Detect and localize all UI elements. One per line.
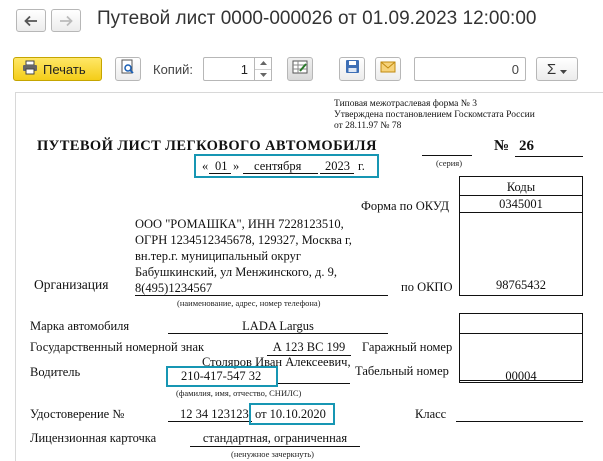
spinner-down-icon[interactable] [255, 70, 271, 81]
arrow-right-icon [59, 15, 73, 27]
car-value[interactable]: LADA Largus [168, 319, 388, 334]
print-button[interactable]: Печать [13, 57, 102, 81]
okpo-code[interactable]: 98765432 [459, 278, 583, 293]
license-number[interactable]: 12 34 123123 [180, 407, 249, 422]
okud-code[interactable]: 0345001 [459, 197, 583, 212]
back-button[interactable] [16, 9, 46, 32]
date-year-line [320, 173, 354, 174]
card-line [190, 446, 360, 447]
spinner-up-icon[interactable] [255, 58, 271, 70]
copies-spinner[interactable] [255, 57, 272, 81]
form-note-line-1: Типовая межотраслевая форма № 3 [334, 99, 477, 109]
print-label: Печать [43, 61, 86, 77]
arrow-left-icon [24, 15, 38, 27]
org-line-3[interactable]: вн.тер.г. муниципальный округ [135, 249, 301, 264]
send-email-button[interactable] [375, 57, 401, 81]
toolbar: Печать Копий: 1 0 Σ [0, 48, 603, 88]
sum-menu-button[interactable]: Σ [536, 57, 578, 81]
date-month-line [243, 173, 318, 174]
number-label: № [494, 138, 510, 154]
class-label: Класс [415, 407, 447, 421]
codes-header: Коды [506, 180, 536, 194]
edit-table-icon [292, 60, 308, 79]
date-day[interactable]: 01 [215, 159, 228, 174]
driver-caption: (фамилия, имя, отчество, СНИЛС) [176, 388, 302, 398]
copies-input[interactable]: 1 [203, 57, 255, 81]
plate-value[interactable]: А 123 ВС 199 [267, 340, 351, 355]
org-caption: (наименование, адрес, номер телефона) [177, 298, 321, 308]
org-line-2[interactable]: ОГРН 1234512345678, 129327, Москва г, [135, 233, 352, 248]
org-line-1[interactable]: ООО "РОМАШКА", ИНН 7228123510, [135, 217, 344, 232]
form-note-line-2: Утверждена постановлением Госкомстата Ро… [334, 110, 535, 120]
print-preview-button[interactable] [115, 57, 141, 81]
car-codes-divider [459, 333, 583, 334]
okpo-line [459, 295, 583, 296]
card-value[interactable]: стандартная, ограниченная [190, 431, 360, 446]
date-month[interactable]: сентября [254, 159, 301, 174]
number-field[interactable]: 0 [414, 57, 526, 81]
magnifier-page-icon [120, 59, 136, 80]
driver-line [278, 383, 350, 384]
title-bar: Путевой лист 0000-000026 от 01.09.2023 1… [0, 0, 603, 48]
chevron-down-icon [560, 61, 568, 78]
org-line [135, 295, 388, 296]
date-close-quote: » [233, 159, 240, 173]
car-line [168, 333, 388, 334]
class-line [456, 421, 583, 422]
series-line [422, 155, 472, 156]
license-label: Удостоверение № [30, 407, 125, 421]
driver-snils[interactable]: 210-417-547 32 [181, 369, 261, 384]
car-label: Марка автомобиля [30, 319, 130, 333]
number-line [515, 156, 583, 157]
document-heading: ПУТЕВОЙ ЛИСТ ЛЕГКОВОГО АВТОМОБИЛЯ [37, 138, 377, 154]
card-caption: (ненужное зачеркнуть) [231, 449, 314, 459]
tab-number-value[interactable]: 00004 [459, 369, 583, 384]
document-number: 26 [519, 138, 534, 154]
date-day-line [209, 173, 231, 174]
sum-icon: Σ [546, 60, 557, 78]
form-note-line-3: от 28.11.97 № 78 [334, 121, 402, 131]
tab-number-label: Табельный номер [355, 364, 449, 378]
date-year[interactable]: 2023 [325, 159, 350, 174]
edit-document-button[interactable] [287, 57, 313, 81]
driver-label: Водитель [30, 365, 81, 379]
printer-icon [22, 60, 38, 78]
org-line-5[interactable]: 8(495)1234567 [135, 281, 212, 296]
okud-label: Форма по ОКУД [361, 199, 449, 213]
window-title: Путевой лист 0000-000026 от 01.09.2023 1… [97, 8, 537, 29]
license-date[interactable]: от 10.10.2020 [255, 407, 326, 422]
forward-button[interactable] [51, 9, 81, 32]
garage-label: Гаражный номер [362, 340, 453, 354]
plate-label: Государственный номерной знак [30, 340, 205, 354]
org-label: Организация [34, 277, 109, 292]
date-year-suffix: г. [358, 159, 365, 173]
floppy-disk-icon [345, 59, 360, 79]
spreadsheet-document[interactable]: Типовая межотраслевая форма № 3 Утвержде… [15, 92, 603, 461]
series-caption: (серия) [436, 158, 463, 168]
envelope-icon [380, 60, 396, 78]
card-label: Лицензионная карточка [30, 431, 157, 445]
license-line [168, 421, 252, 422]
save-button[interactable] [339, 57, 365, 81]
okpo-label: по ОКПО [401, 280, 453, 294]
date-open-quote: « [202, 159, 209, 173]
copies-label: Копий: [153, 62, 193, 77]
org-line-4[interactable]: Бабушкинский, ул Менжинского, д. 9, [135, 265, 337, 280]
